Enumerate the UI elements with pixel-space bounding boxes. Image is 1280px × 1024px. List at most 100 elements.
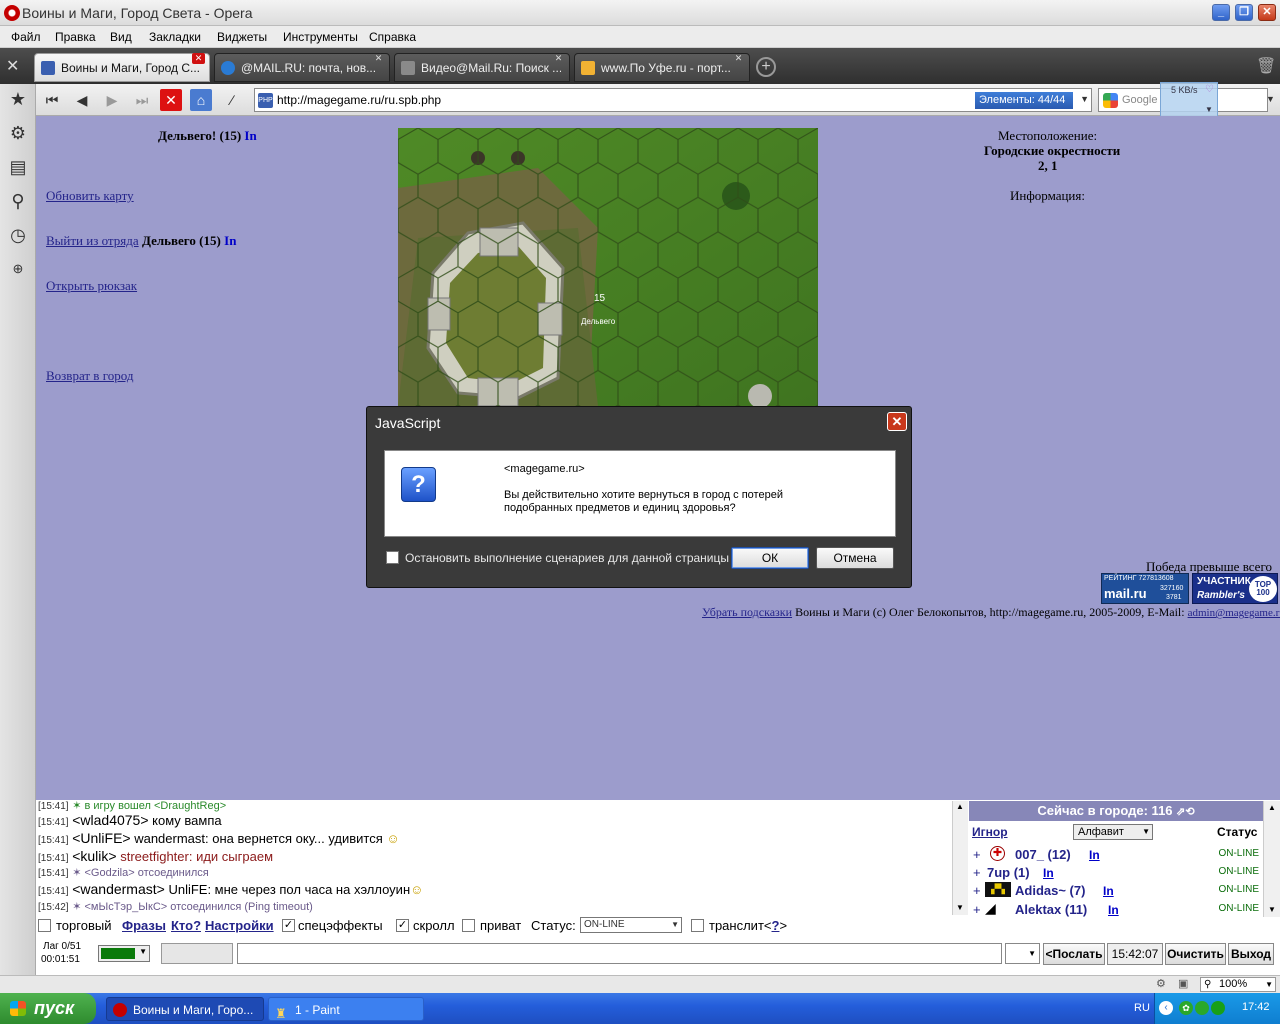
menu-help[interactable]: Справка (369, 30, 416, 44)
tab-mail[interactable]: @MAIL.RU: почта, нов... ✕ (214, 53, 390, 82)
new-tab-icon[interactable]: + (756, 57, 776, 77)
recipient-field[interactable] (161, 943, 233, 964)
user-in-link[interactable]: In (1108, 903, 1119, 917)
smiley-select[interactable]: ▼ (1005, 943, 1040, 964)
user-name[interactable]: Alektax (11) (1015, 902, 1087, 917)
chevron-down-icon[interactable]: ▼ (1268, 905, 1276, 914)
color-select[interactable]: ▼ (98, 945, 150, 962)
ok-button[interactable]: ОК (731, 547, 809, 569)
chat-scrollbar[interactable]: ▲ ▼ (952, 801, 968, 915)
menu-bookmarks[interactable]: Закладки (149, 30, 201, 44)
return-city-link[interactable]: Возврат в город (46, 368, 133, 384)
user-name[interactable]: 7up (1) (987, 865, 1030, 880)
url-field[interactable]: PHP http://magegame.ru/ru.spb.php Элемен… (254, 88, 1092, 112)
minimize-button[interactable]: _ (1212, 4, 1230, 21)
chevron-down-icon[interactable]: ▼ (1205, 105, 1213, 114)
ignore-link[interactable]: Игнор (972, 825, 1008, 839)
trade-checkbox[interactable] (38, 919, 51, 932)
refresh-icon[interactable]: ⇗⟲ (1176, 806, 1194, 818)
phrases-link[interactable]: Фразы (122, 918, 166, 933)
menu-view[interactable]: Вид (110, 30, 132, 44)
chevron-up-icon[interactable]: ▲ (1268, 803, 1276, 812)
send-button[interactable]: <Послать (1043, 943, 1105, 965)
chat-nick[interactable]: <UnliFE> (72, 830, 130, 846)
settings-gear-icon[interactable]: ⚙ (5, 120, 31, 146)
messages-icon[interactable]: ▤ (5, 154, 31, 180)
user-name[interactable]: 007_ (12) (1015, 847, 1071, 862)
camera-icon[interactable]: ▣ (1178, 977, 1188, 990)
tab-ufa[interactable]: www.По Уфе.ru - порт... ✕ (574, 53, 750, 82)
online-user-row[interactable]: + ✚ 007_ (12) In ON-LINE (969, 845, 1263, 864)
close-tab-icon[interactable]: ✕ (192, 53, 205, 64)
edit-wand-icon[interactable]: ∕ (220, 88, 244, 112)
menu-widgets[interactable]: Виджеты (217, 30, 267, 44)
squad-in-link[interactable]: In (224, 233, 236, 248)
language-indicator[interactable]: RU (1134, 1002, 1150, 1014)
tools-icon[interactable]: ✕ (6, 56, 28, 76)
zoom-select[interactable]: 100% ⚲ ▼ (1200, 977, 1276, 992)
add-panel-icon[interactable]: ⊕ (5, 256, 31, 282)
chat-nick[interactable]: <wlad4075> (72, 812, 148, 828)
online-user-row[interactable]: + ◢ Alektax (11) In ON-LINE (969, 900, 1263, 919)
user-in-link[interactable]: In (1043, 866, 1054, 880)
leave-squad-link[interactable]: Выйти из отряда (46, 233, 139, 248)
effects-checkbox[interactable]: ✓ (282, 919, 295, 932)
stop-scripts-checkbox[interactable] (386, 551, 399, 564)
user-in-link[interactable]: In (1103, 884, 1114, 898)
maximize-button[interactable]: ❐ (1235, 4, 1253, 21)
dialog-close-button[interactable]: ✕ (887, 412, 907, 431)
task-opera[interactable]: Воины и Маги, Горо... (106, 997, 264, 1021)
close-window-button[interactable]: ✕ (1258, 4, 1276, 21)
who-link[interactable]: Кто? (171, 918, 201, 933)
translit-checkbox[interactable] (691, 919, 704, 932)
sort-select[interactable]: Алфавит ▼ (1073, 824, 1153, 840)
menu-tools[interactable]: Инструменты (283, 30, 358, 44)
chat-nick[interactable]: <kulik> (72, 848, 116, 864)
clear-button[interactable]: Очистить (1165, 943, 1226, 965)
cancel-button[interactable]: Отмена (816, 547, 894, 569)
tray-agent-icon[interactable] (1195, 1001, 1209, 1015)
tab-magegame[interactable]: Воины и Маги, Город С... ✕ (34, 53, 210, 82)
mail-rating-counter[interactable]: РЕЙТИНГ 727813608 327160 3781 mail.ru (1101, 573, 1189, 604)
private-checkbox[interactable] (462, 919, 475, 932)
status-select[interactable]: ON-LINE ▼ (580, 917, 682, 933)
online-scrollbar[interactable]: ▲ ▼ (1263, 801, 1280, 917)
scroll-checkbox[interactable]: ✓ (396, 919, 409, 932)
online-user-row[interactable]: + 7up (1) In ON-LINE (969, 863, 1263, 882)
hide-hints-link[interactable]: Убрать подсказки (702, 605, 792, 619)
player-in-link[interactable]: In (244, 128, 256, 143)
tab-video[interactable]: Видео@Mail.Ru: Поиск ... ✕ (394, 53, 570, 82)
tray-icq-icon[interactable]: ✿ (1179, 1001, 1193, 1015)
search-dropdown-icon[interactable]: ▼ (1266, 94, 1275, 104)
exit-button[interactable]: Выход (1228, 943, 1274, 965)
menu-file[interactable]: Файл (11, 30, 41, 44)
bookmarks-star-icon[interactable]: ★ (5, 86, 31, 112)
fast-forward-icon[interactable]: ⏭ (130, 88, 154, 112)
email-link[interactable]: admin@magegame.ru (1188, 607, 1280, 619)
chevron-up-icon[interactable]: ▲ (956, 802, 964, 811)
open-backpack-link[interactable]: Открыть рюкзак (46, 278, 137, 294)
tray-status-icon[interactable] (1211, 1001, 1225, 1015)
settings-link[interactable]: Настройки (205, 918, 274, 933)
chat-nick[interactable]: <wandermast> (72, 881, 165, 897)
stop-icon[interactable]: ✕ (160, 89, 182, 111)
back-icon[interactable]: ◀ (70, 88, 94, 112)
chevron-down-icon[interactable]: ▼ (1080, 94, 1089, 104)
refresh-map-link[interactable]: Обновить карту (46, 188, 134, 204)
trash-icon[interactable]: 🗑 (1256, 56, 1276, 76)
close-tab-icon[interactable]: ✕ (552, 53, 565, 64)
close-tab-icon[interactable]: ✕ (372, 53, 385, 64)
tray-chevron-icon[interactable]: ‹ (1159, 1001, 1173, 1015)
task-paint[interactable]: ♜ 1 - Paint (268, 997, 424, 1021)
start-button[interactable]: пуск (0, 993, 96, 1024)
menu-edit[interactable]: Правка (55, 30, 96, 44)
home-icon[interactable]: ⌂ (190, 89, 212, 111)
marker-name[interactable]: Дельвего (581, 317, 616, 326)
rambler-counter[interactable]: УЧАСТНИК Rambler's TOP 100 (1192, 573, 1278, 604)
feeds-antenna-icon[interactable]: ⚲ (5, 188, 31, 214)
forward-icon[interactable]: ▶ (100, 88, 124, 112)
history-clock-icon[interactable]: ◷ (5, 222, 31, 248)
close-tab-icon[interactable]: ✕ (732, 53, 745, 64)
online-user-row[interactable]: + ▞▚ Adidas~ (7) In ON-LINE (969, 881, 1263, 900)
network-icon[interactable]: ⚙ (1156, 977, 1166, 990)
